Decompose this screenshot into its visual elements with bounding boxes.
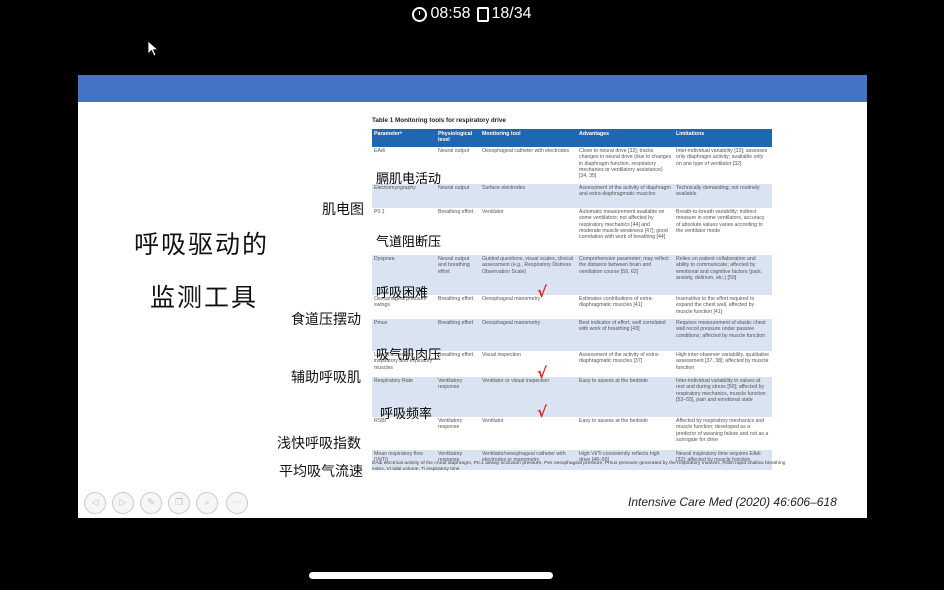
table-cell: Technically demanding; not routinely ava… (674, 184, 772, 208)
table-header-cell: Advantages (577, 129, 674, 147)
check-mark: √ (537, 403, 548, 421)
table-cell: Electromyography (372, 184, 436, 208)
overlay-annotation: 膈肌电活动 (376, 172, 442, 187)
zoom-icon: ⌕ (204, 498, 210, 508)
table-header-cell: Parameterᵃ (372, 129, 436, 147)
side-label: 辅助呼吸肌 (291, 370, 361, 386)
table-cell: Easy to assess at the bedside (577, 377, 674, 417)
more-button[interactable]: ⋯ (226, 492, 248, 514)
pen-button[interactable]: ✎ (140, 492, 162, 514)
table-cell: Automatic measurement available on some … (579, 209, 668, 241)
table-cell: Assessment of the activity of extra-diap… (579, 352, 660, 365)
table-cell: Guided questions, visual scales, clinica… (480, 255, 577, 295)
table-cell: Breathing effort (438, 296, 474, 302)
table-header-cell: Limitations (674, 129, 772, 147)
table-header-cell: Monitoring tool (480, 129, 577, 147)
table-cell: Surface electrodes (480, 184, 577, 208)
table-cell: Breath-to-breath variability; indirect m… (676, 209, 765, 235)
side-label: 浅快呼吸指数 (277, 436, 361, 452)
slide-title-line1: 呼吸驱动的 (134, 230, 270, 259)
table-cell: Assessment of the activity of diaphragm … (577, 184, 674, 208)
table-cell: Ventilator (482, 209, 504, 215)
zoom-button[interactable]: ⌕ (196, 492, 218, 514)
table-cell: Oesophageal catheter with electrodes (482, 148, 570, 154)
side-label: 平均吸气流速 (279, 464, 363, 480)
more-icon: ⋯ (232, 498, 242, 508)
copy-button[interactable]: ❐ (168, 492, 190, 514)
table-cell: Close to neural drive [32]; tracks chang… (579, 148, 672, 180)
table-row: Electromyography Neural output Surface ele… (372, 184, 772, 208)
table-cell: Requires measurement of elastic chest wa… (674, 319, 772, 351)
table-cell: Inter-individual variability in values a… (674, 377, 772, 417)
table-cell: Relies on patient collaboration and abil… (674, 255, 772, 295)
table-cell: Ventilator (482, 418, 504, 424)
overlay-annotation: 气道阻断压 (376, 235, 442, 250)
next-button[interactable]: ▷ (112, 492, 134, 514)
table-header-cell: Physiological level (436, 129, 480, 147)
table-cell: Neural output (436, 184, 480, 208)
side-label: 食道压摆动 (291, 312, 361, 328)
table-caption: Table 1 Monitoring tools for respiratory… (372, 117, 506, 124)
table-cell: Insensitive to the effort required to ex… (676, 296, 755, 315)
prev-arrow-icon: ◁ (91, 498, 99, 508)
home-indicator[interactable] (309, 572, 553, 579)
table-cell: Ventilator or visual inspection (480, 377, 577, 417)
table-cell: Breathing effort (438, 209, 474, 215)
pen-icon: ✎ (147, 498, 155, 508)
table-cell: High inter-observer variability, qualita… (676, 352, 770, 371)
overlay-annotation: 呼吸困难 (376, 286, 429, 301)
side-label: 肌电图 (322, 202, 364, 218)
table-cell: Breathing effort (438, 352, 474, 358)
overlay-annotation: 吸气肌肉压 (376, 348, 442, 363)
table-row: Oesophageal pressure swings Breathing eff… (372, 295, 772, 319)
slide-title-line2: 监测工具 (150, 283, 259, 312)
table-cell: Oesophageal manometry (482, 296, 541, 302)
clock-icon (412, 6, 428, 22)
page-icon (476, 6, 489, 22)
table-cell: Easy to assess at the bedside (579, 418, 648, 424)
prev-button[interactable]: ◁ (84, 492, 106, 514)
status-bar: 08:58 18/34 (0, 5, 944, 23)
table-cell: Estimates contributions of extra-diaphra… (579, 296, 654, 309)
check-mark: √ (537, 283, 548, 301)
copy-icon: ❐ (174, 498, 184, 508)
status-page: 18/34 (491, 5, 532, 22)
table-cell: Visual inspection (482, 352, 521, 358)
table-cell: Inter-individual variability [33]; asses… (676, 148, 768, 167)
mouse-cursor-icon (147, 40, 160, 61)
overlay-annotation: 呼吸频率 (380, 407, 433, 422)
slide-header-bar (78, 75, 867, 102)
table-cell: Ventilatory response (438, 418, 463, 431)
citation: Intensive Care Med (2020) 46:606–618 (628, 495, 837, 509)
table-cell: Breathing effort (436, 319, 480, 351)
table-header-row: Parameterᵃ Physiological level Monitorin… (372, 129, 772, 147)
table-cell: Neural output and breathing effort (436, 255, 480, 295)
next-arrow-icon: ▷ (119, 498, 127, 508)
table-cell: Ventilatory response (436, 377, 480, 417)
check-mark: √ (537, 364, 548, 382)
status-time: 08:58 (430, 5, 471, 22)
table-cell: Neural output (438, 148, 470, 154)
table-cell: Best indicator of effort, well correlate… (577, 319, 674, 351)
table-cell: Oesophageal manometry (480, 319, 577, 351)
table-footnote: EAdi electrical activity of the crural d… (372, 461, 786, 473)
table-row: Dyspnea Neural output and breathing effor… (372, 255, 772, 295)
table-cell: Affected by respiratory mechanics and mu… (676, 418, 769, 444)
slide: 呼吸驱动的 监测工具 肌电图 食道压摆动 辅助呼吸肌 浅快呼吸指数 平均吸气流速… (78, 75, 867, 518)
table-cell: Comprehensive parameter; may reflect the… (577, 255, 674, 295)
